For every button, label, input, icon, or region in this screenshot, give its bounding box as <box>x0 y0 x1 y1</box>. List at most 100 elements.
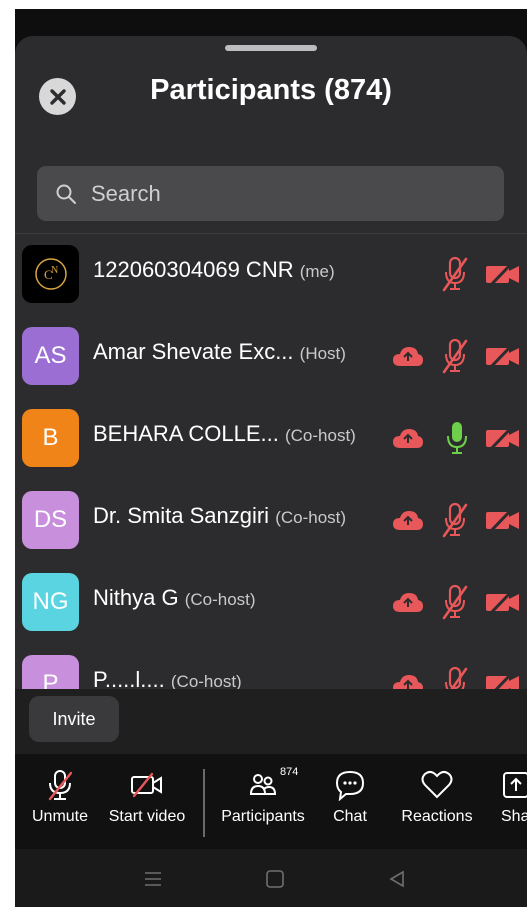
participant-role: (me) <box>299 262 335 281</box>
menu-icon[interactable] <box>143 869 163 889</box>
avatar: P <box>22 655 79 689</box>
system-nav-bar <box>15 849 527 907</box>
video-off-icon <box>486 668 519 689</box>
meeting-toolbar: Unmute Start video 874 Participants Chat… <box>15 754 527 849</box>
participant-row[interactable]: P P.....l.... (Co-host) <box>15 645 527 689</box>
video-off-icon <box>486 258 519 290</box>
chat-label: Chat <box>333 808 367 825</box>
mic-on-icon <box>447 422 467 454</box>
drag-handle[interactable] <box>225 45 317 51</box>
video-off-icon <box>486 586 519 618</box>
participant-name: Nithya G (Co-host) <box>93 585 256 611</box>
cloud-recording-icon <box>393 675 423 689</box>
video-status[interactable] <box>485 504 521 540</box>
reactions-button[interactable]: Reactions <box>395 754 479 849</box>
participants-button[interactable]: 874 Participants <box>215 754 311 849</box>
search-icon <box>56 184 76 204</box>
video-off-icon <box>131 772 162 798</box>
participants-label: Participants <box>221 808 305 825</box>
video-off-icon <box>486 340 519 372</box>
mic-status[interactable] <box>440 338 470 379</box>
video-off-icon <box>486 504 519 536</box>
unmute-label: Unmute <box>31 808 89 825</box>
share-label: Sha <box>501 808 527 825</box>
participant-name-text: 122060304069 CNR <box>93 257 294 282</box>
cloud-recording-indicator <box>391 426 425 455</box>
invite-button[interactable]: Invite <box>29 696 119 742</box>
avatar: CN <box>22 245 79 303</box>
participant-role: (Co-host) <box>275 508 347 527</box>
participants-icon <box>249 774 277 795</box>
heart-icon <box>421 770 453 799</box>
participant-name-text: BEHARA COLLE... <box>93 421 279 446</box>
mic-status[interactable] <box>440 584 470 625</box>
avatar: DS <box>22 491 79 549</box>
video-status[interactable] <box>485 340 521 376</box>
participant-name: Amar Shevate Exc... (Host) <box>93 339 346 365</box>
participant-name-text: P.....l.... <box>93 667 165 689</box>
cloud-recording-indicator <box>391 508 425 537</box>
video-status[interactable] <box>485 422 521 458</box>
start-video-label: Start video <box>108 808 186 825</box>
participants-sheet: Participants (874) CN 122060304069 CNR (m… <box>15 36 527 689</box>
cloud-recording-indicator <box>391 344 425 373</box>
search-input[interactable] <box>89 179 473 208</box>
video-status[interactable] <box>485 668 521 689</box>
mic-status[interactable] <box>440 502 470 543</box>
avatar: B <box>22 409 79 467</box>
mic-muted-icon <box>442 502 468 538</box>
divider <box>15 233 527 234</box>
invite-area: Invite <box>15 689 527 754</box>
search-bar[interactable] <box>37 166 504 221</box>
participant-role: (Co-host) <box>170 672 242 689</box>
participant-row[interactable]: AS Amar Shevate Exc... (Host) <box>15 317 527 399</box>
participants-count-badge: 874 <box>280 766 299 778</box>
video-status[interactable] <box>485 258 521 294</box>
participant-row[interactable]: B BEHARA COLLE... (Co-host) <box>15 399 527 481</box>
participant-name: 122060304069 CNR (me) <box>93 257 335 283</box>
chat-icon <box>335 770 365 801</box>
chat-button[interactable]: Chat <box>325 754 375 849</box>
participant-name: P.....l.... (Co-host) <box>93 667 242 689</box>
cloud-recording-icon <box>393 347 423 366</box>
mic-status[interactable] <box>440 256 470 297</box>
share-screen-icon <box>503 772 527 798</box>
video-off-icon <box>486 422 519 454</box>
participant-role: (Co-host) <box>184 590 256 609</box>
participant-row[interactable]: NG Nithya G (Co-host) <box>15 563 527 645</box>
avatar: NG <box>22 573 79 631</box>
participant-name-text: Nithya G <box>93 585 179 610</box>
mic-muted-icon <box>442 338 468 374</box>
mic-status[interactable] <box>440 666 470 689</box>
home-icon[interactable] <box>265 869 285 889</box>
mic-muted-icon <box>48 770 73 801</box>
participant-name-text: Dr. Smita Sanzgiri <box>93 503 270 528</box>
participant-row[interactable]: C N 122060304069 CNR (me) <box>15 235 527 317</box>
participant-name: Dr. Smita Sanzgiri (Co-host) <box>93 503 346 529</box>
svg-text:N: N <box>51 265 58 276</box>
logo-icon: CN <box>34 258 67 290</box>
participant-name-text: Amar Shevate Exc... <box>93 339 294 364</box>
mic-muted-icon <box>445 666 468 689</box>
unmute-button[interactable]: Unmute <box>25 754 95 849</box>
start-video-button[interactable]: Start video <box>102 754 192 849</box>
page-title: Participants (874) <box>150 74 392 106</box>
mic-muted-icon <box>442 256 468 292</box>
phone-screen: Participants (874) CN 122060304069 CNR (m… <box>15 9 527 907</box>
avatar: AS <box>22 327 79 385</box>
participant-role: (Host) <box>299 344 346 363</box>
participant-row[interactable]: DS Dr. Smita Sanzgiri (Co-host) <box>15 481 527 563</box>
back-icon[interactable] <box>387 869 407 889</box>
participant-list[interactable]: C N 122060304069 CNR (me) AS Amar Shevate Ex… <box>15 235 527 689</box>
participant-role: (Co-host) <box>284 426 356 445</box>
video-status[interactable] <box>485 586 521 622</box>
cloud-recording-icon <box>393 429 423 448</box>
toolbar-separator <box>203 769 205 837</box>
cloud-recording-indicator <box>391 672 425 689</box>
share-button[interactable]: Sha <box>501 754 527 849</box>
mic-muted-icon <box>442 584 468 620</box>
participant-name: BEHARA COLLE... (Co-host) <box>93 421 356 447</box>
cloud-recording-icon <box>393 593 423 612</box>
mic-status[interactable] <box>445 420 469 461</box>
reactions-label: Reactions <box>401 808 473 825</box>
